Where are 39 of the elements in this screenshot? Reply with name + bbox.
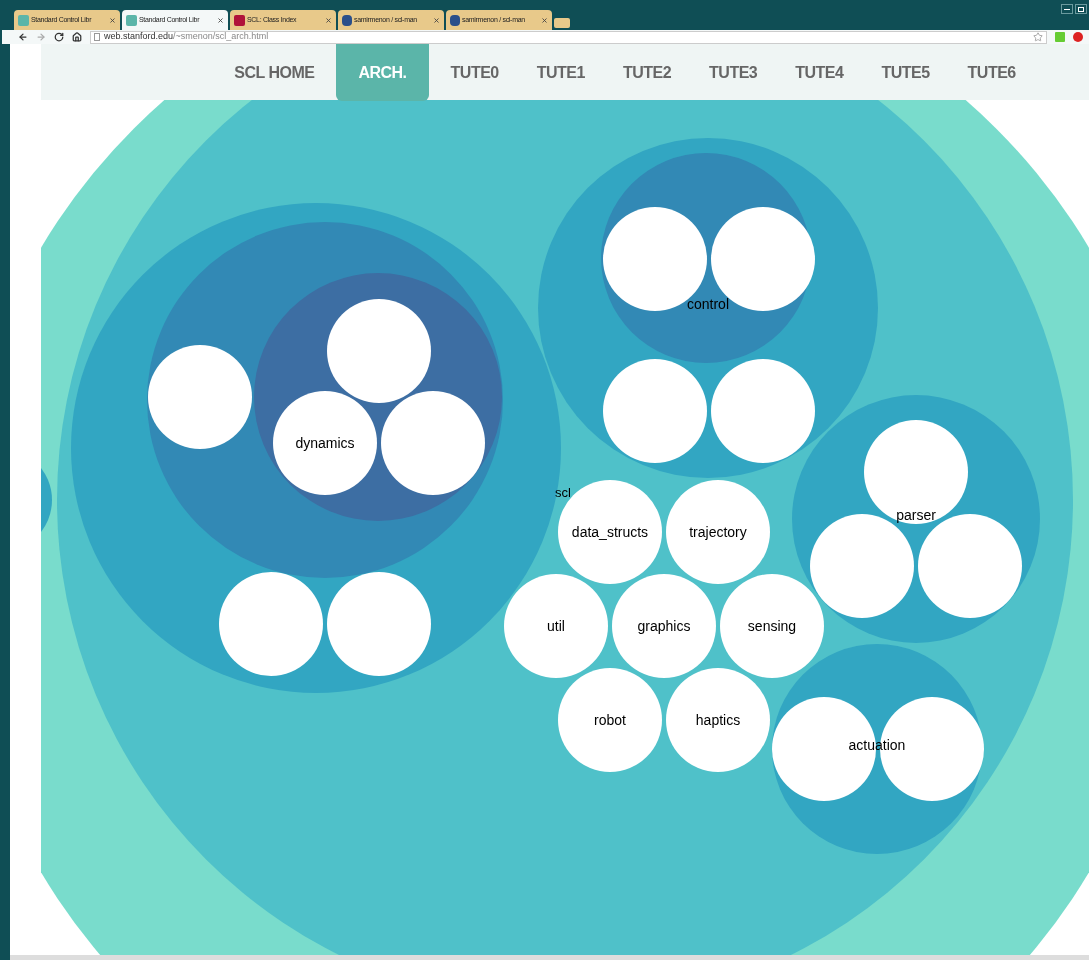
nav-tab[interactable]: TUTE0 [434, 44, 515, 101]
close-icon[interactable] [325, 16, 332, 24]
module-label: parser [896, 507, 936, 523]
site-favicon-icon [18, 14, 29, 26]
module-label: trajectory [689, 524, 747, 540]
module-label: data_structs [571, 524, 649, 540]
back-icon[interactable] [18, 32, 28, 42]
module-label: sensing [747, 618, 797, 634]
nav-tab[interactable]: TUTE2 [606, 44, 688, 101]
module-label: dynamics [295, 435, 355, 451]
close-icon[interactable] [433, 16, 440, 24]
module-label: robot [594, 712, 626, 728]
address-bar[interactable]: web.stanford.edu/~smenon/scl_arch.html [90, 30, 1047, 44]
nav-tab[interactable]: TUTE6 [951, 44, 1032, 101]
nav-tab[interactable]: SCL HOME [218, 44, 331, 101]
maximize-button[interactable] [1075, 4, 1087, 14]
module-label: graphics [637, 618, 691, 634]
root-label: scl [555, 485, 571, 500]
reload-icon[interactable] [54, 32, 64, 42]
repo-favicon-icon [450, 14, 460, 26]
close-icon[interactable] [109, 16, 116, 24]
repo-favicon-icon [342, 14, 352, 26]
close-icon[interactable] [541, 16, 548, 24]
close-icon[interactable] [217, 16, 224, 24]
star-icon[interactable] [1033, 32, 1043, 42]
new-tab-button[interactable] [554, 18, 570, 28]
nav-tab[interactable]: TUTE5 [865, 44, 946, 101]
module-label: control [687, 296, 729, 312]
nav-tab[interactable]: TUTE3 [693, 44, 774, 101]
site-favicon-icon [126, 14, 137, 26]
nav-tab[interactable]: TUTE1 [520, 44, 601, 101]
site-favicon-icon [234, 14, 245, 26]
module-label: util [547, 618, 565, 634]
minimize-button[interactable] [1061, 4, 1073, 14]
url-text: web.stanford.edu/~smenon/scl_arch.html [104, 30, 269, 44]
module-label: haptics [695, 712, 741, 728]
page-icon [94, 33, 100, 41]
nav-tab[interactable]: TUTE4 [779, 44, 860, 101]
home-icon[interactable] [72, 32, 82, 42]
